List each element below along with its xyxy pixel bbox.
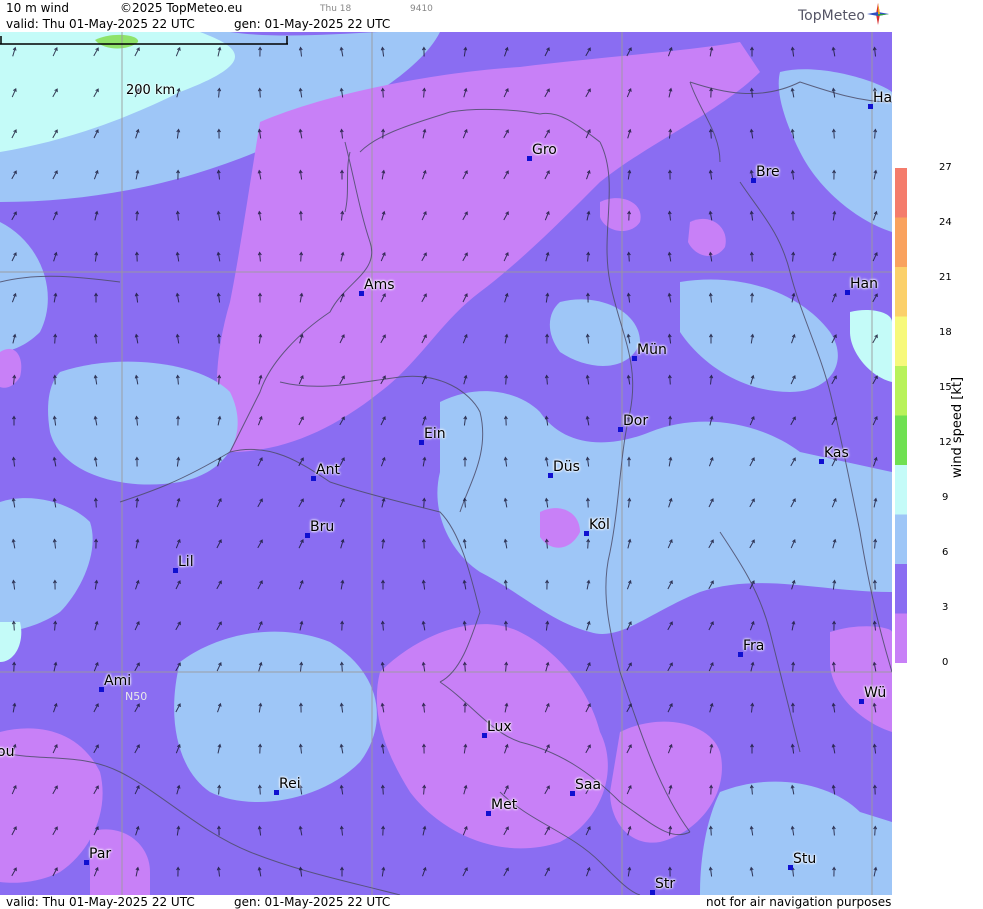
city-label: Bru (310, 519, 335, 535)
header-bar: 10 m wind ©2025 TopMeteo.eu Thu 18 9410 … (0, 0, 892, 32)
city-label: Han (850, 276, 878, 292)
legend-tick: 24 (939, 217, 952, 228)
city-label: Stu (793, 851, 817, 867)
colorbar-segment (895, 465, 907, 515)
city-label: Rei (279, 776, 301, 792)
legend-tick: 6 (942, 547, 949, 558)
city-label: Wü (864, 685, 887, 701)
city-label: Dor (623, 413, 649, 429)
colorbar-segment (895, 267, 907, 317)
legend-unit: wind speed [kt] (950, 376, 965, 478)
colorbar-segment (895, 366, 907, 416)
legend-tick: 21 (939, 272, 952, 283)
gen-time: gen: 01-May-2025 22 UTC (234, 17, 391, 31)
legend-tick: 18 (939, 327, 952, 338)
city-label: Ami (104, 673, 132, 689)
scale-bar (0, 36, 288, 45)
legend-tick: 3 (942, 602, 949, 613)
footer-gen-time: gen: 01-May-2025 22 UTC (234, 895, 391, 909)
colorbar (895, 168, 907, 663)
scale-label: 200 km (126, 83, 176, 98)
colorbar-segment (895, 415, 907, 466)
field-name: 10 m wind (6, 1, 69, 15)
topmeteo-logo[interactable]: TopMeteo (798, 8, 865, 24)
wind-field (0, 32, 892, 895)
city-label: ou (0, 744, 15, 760)
day-label: Thu 18 (320, 4, 352, 14)
city-label: Lux (487, 719, 512, 735)
wind-map[interactable]: 200 km N50 Ha Gro Bre Ams Han Mün Ein Do… (0, 32, 892, 895)
colorbar-segment (895, 514, 907, 565)
colorbar-segment (895, 613, 907, 663)
city-label: Kas (824, 445, 849, 461)
footer-bar: valid: Thu 01-May-2025 22 UTC gen: 01-Ma… (0, 895, 892, 909)
city-label: Ein (424, 426, 446, 442)
code-label: 9410 (410, 4, 433, 14)
valid-time: valid: Thu 01-May-2025 22 UTC (6, 17, 195, 31)
city-label: Düs (553, 459, 580, 475)
disclaimer: not for air navigation purposes (706, 895, 892, 909)
city-label: Fra (743, 638, 765, 654)
city-label: Saa (575, 777, 602, 793)
legend-tick: 0 (942, 657, 949, 668)
city-label: Ams (364, 277, 395, 293)
colorbar-segment (895, 168, 907, 218)
city-label: Köl (589, 517, 610, 533)
city-label: Str (655, 876, 676, 892)
city-label: Ha (873, 90, 892, 106)
legend-tick: 9 (942, 492, 949, 503)
latitude-label: N50 (125, 690, 148, 703)
copyright: ©2025 TopMeteo.eu (120, 1, 243, 15)
legend-tick: 27 (939, 162, 952, 173)
city-label: Bre (756, 164, 780, 180)
colorbar-segment (895, 217, 907, 268)
footer-valid-time: valid: Thu 01-May-2025 22 UTC (6, 895, 195, 909)
colorbar-segment (895, 316, 907, 367)
city-label: Mün (637, 342, 667, 358)
city-label: Ant (316, 462, 340, 478)
color-legend: 27 24 21 18 15 12 9 6 3 0 wind speed [kt… (892, 0, 983, 909)
colorbar-segment (895, 564, 907, 614)
city-label: Par (89, 846, 112, 862)
compass-icon (867, 3, 889, 25)
city-label: Gro (532, 142, 557, 158)
city-label: Lil (178, 554, 194, 570)
city-label: Met (491, 797, 518, 813)
